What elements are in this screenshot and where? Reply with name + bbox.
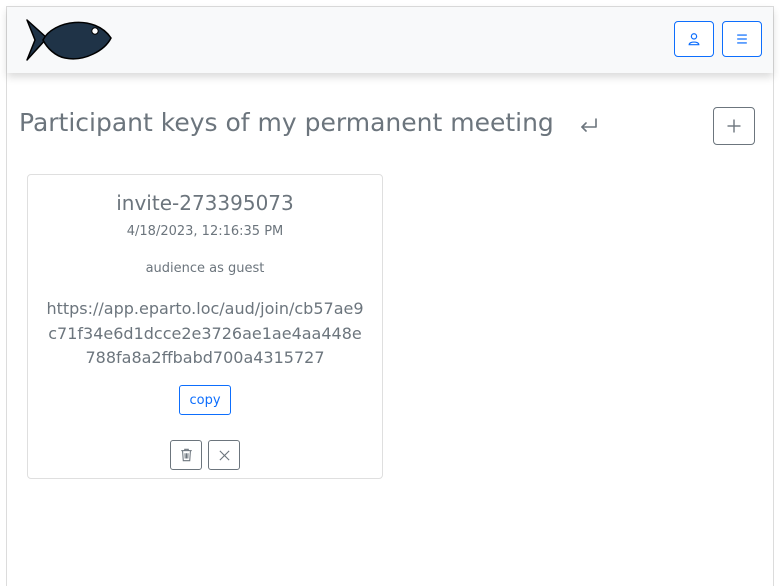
return-arrow-icon[interactable]	[577, 115, 601, 137]
app-frame: Participant keys of my permanent meeting…	[6, 6, 774, 586]
add-key-button[interactable]	[713, 107, 755, 145]
close-icon	[218, 449, 231, 462]
key-join-url[interactable]: https://app.eparto.loc/aud/join/cb57ae9c…	[44, 297, 366, 371]
navbar	[7, 7, 773, 73]
plus-icon	[726, 118, 742, 134]
trash-icon	[180, 448, 193, 462]
user-button[interactable]	[674, 21, 714, 57]
fish-logo-icon[interactable]	[25, 16, 115, 64]
user-icon	[687, 32, 701, 46]
delete-key-button[interactable]	[170, 440, 202, 470]
hamburger-menu-icon	[735, 32, 749, 46]
menu-button[interactable]	[722, 21, 762, 57]
key-name: invite-273395073	[28, 191, 382, 215]
key-role: audience as guest	[28, 261, 382, 276]
close-key-button[interactable]	[208, 440, 240, 470]
key-created-date: 4/18/2023, 12:16:35 PM	[28, 224, 382, 239]
copy-button[interactable]: copy	[179, 385, 231, 415]
participant-key-card: invite-273395073 4/18/2023, 12:16:35 PM …	[27, 174, 383, 479]
page-title: Participant keys of my permanent meeting	[19, 108, 554, 137]
